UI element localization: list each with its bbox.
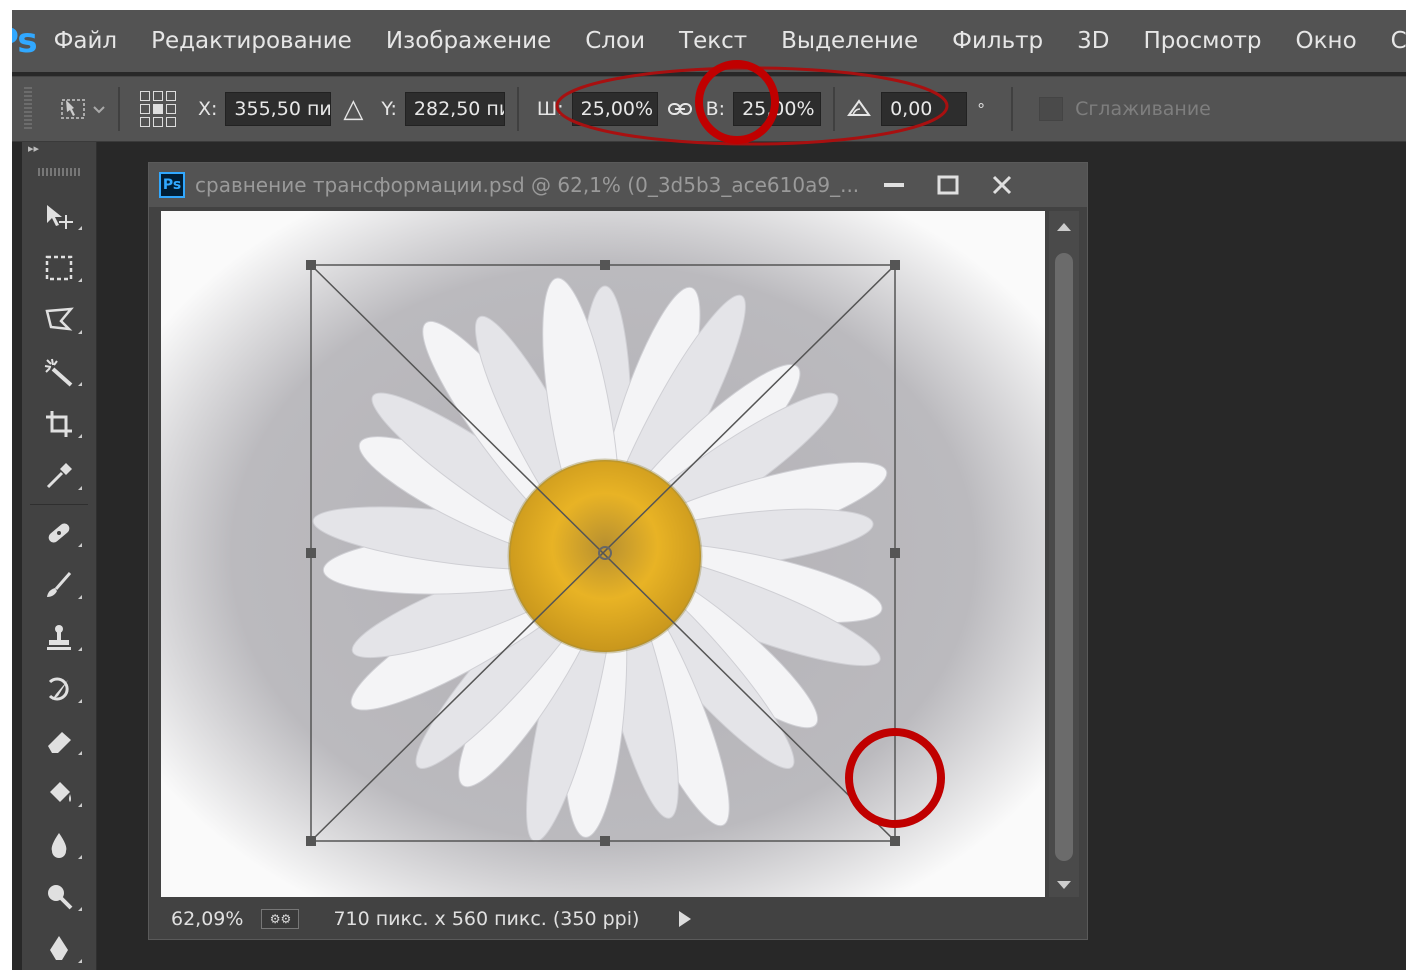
- brush-icon: [47, 572, 72, 597]
- tool-palette-grip[interactable]: [38, 168, 80, 176]
- chevron-down-icon: [93, 106, 105, 114]
- healing-brush-icon: [48, 523, 70, 543]
- proof-setup-icon: ⚙⚙: [261, 909, 300, 929]
- polygonal-lasso-icon: [45, 307, 74, 331]
- reference-point-locator[interactable]: [140, 91, 176, 127]
- blur-tool[interactable]: [22, 819, 96, 871]
- paint-bucket-tool[interactable]: [22, 767, 96, 819]
- relative-position-icon[interactable]: △: [343, 94, 363, 124]
- document-tab[interactable]: Ps сравнение трансформации.psd @ 62,1% (…: [149, 163, 1087, 207]
- move-tool[interactable]: [22, 190, 96, 242]
- divider: [1011, 87, 1014, 131]
- magic-wand-tool[interactable]: [22, 346, 96, 398]
- vertical-scrollbar[interactable]: [1049, 211, 1079, 897]
- document-title: сравнение трансформации.psd @ 62,1% (0_3…: [195, 173, 860, 197]
- dodge-tool[interactable]: [22, 871, 96, 923]
- scroll-down-icon[interactable]: [1057, 881, 1071, 889]
- move-tool-icon: [47, 205, 73, 229]
- menu-bar: Ps Файл Редактирование Изображение Слои …: [12, 10, 1406, 72]
- tool-palette: ▸▸: [22, 142, 97, 970]
- eraser-icon: [48, 732, 71, 753]
- scroll-thumb[interactable]: [1055, 253, 1073, 861]
- menu-window[interactable]: Окно: [1279, 28, 1374, 54]
- menu-edit[interactable]: Редактирование: [134, 28, 369, 54]
- dodge-icon: [48, 885, 73, 910]
- y-position-input[interactable]: 282,50 пи: [404, 92, 505, 126]
- marquee-icon: [45, 255, 73, 281]
- zoom-level[interactable]: 62,09%: [171, 908, 243, 930]
- daisy-image: [161, 211, 1045, 897]
- document-info: 710 пикс. x 560 пикс. (350 ppi): [333, 908, 640, 930]
- photoshop-window: Ps Файл Редактирование Изображение Слои …: [12, 10, 1406, 970]
- status-menu-arrow-icon[interactable]: [679, 911, 692, 927]
- clone-stamp-icon: [47, 625, 71, 650]
- rotation-angle-input[interactable]: 0,00: [881, 92, 968, 126]
- rotate-angle-icon: [847, 97, 873, 121]
- eyedropper-icon: [46, 463, 72, 489]
- app-logo: Ps: [12, 21, 38, 61]
- history-brush-tool[interactable]: [22, 663, 96, 715]
- menu-view[interactable]: Просмотр: [1127, 28, 1279, 54]
- document-window: Ps сравнение трансформации.psd @ 62,1% (…: [148, 162, 1088, 940]
- marquee-tool[interactable]: [22, 242, 96, 294]
- maximize-button[interactable]: [923, 167, 973, 203]
- collapse-panel-button[interactable]: ▸▸: [22, 142, 96, 158]
- eyedropper-tool[interactable]: [22, 450, 96, 502]
- link-icon[interactable]: [667, 97, 692, 121]
- menu-filter[interactable]: Фильтр: [935, 28, 1060, 54]
- menu-3d[interactable]: 3D: [1060, 28, 1126, 54]
- x-position-input[interactable]: 355,50 пи: [225, 92, 332, 126]
- y-label: Y:: [381, 98, 397, 120]
- minimize-button[interactable]: [869, 167, 919, 203]
- menu-help[interactable]: Спр: [1374, 28, 1406, 54]
- divider: [118, 87, 120, 131]
- menu-file[interactable]: Файл: [37, 28, 135, 54]
- options-bar: X: 355,50 пи △ Y: 282,50 пи Ш: 25,00% В:…: [12, 76, 1406, 142]
- magic-wand-icon: [44, 358, 73, 387]
- clone-stamp-tool[interactable]: [22, 611, 96, 663]
- blur-drop-icon: [51, 833, 67, 858]
- paint-bucket-icon: [50, 782, 71, 802]
- crop-icon: [46, 411, 72, 437]
- minimize-icon: [884, 183, 904, 187]
- degree-symbol: °: [977, 99, 986, 119]
- divider: [30, 504, 88, 505]
- brush-tool[interactable]: [22, 559, 96, 611]
- height-scale-input[interactable]: 25,00%: [733, 92, 822, 126]
- divider: [833, 87, 836, 131]
- pen-icon: [50, 936, 68, 960]
- menu-image[interactable]: Изображение: [369, 28, 568, 54]
- divider: [516, 87, 519, 131]
- lasso-tool[interactable]: [22, 294, 96, 346]
- width-scale-input[interactable]: 25,00%: [571, 92, 658, 126]
- transform-tool-icon: [61, 99, 85, 119]
- x-label: X:: [198, 98, 218, 120]
- height-label: В:: [705, 98, 726, 120]
- width-label: Ш:: [536, 98, 564, 120]
- document-ps-icon: Ps: [159, 172, 185, 198]
- menu-select[interactable]: Выделение: [764, 28, 935, 54]
- status-bar: 62,09% ⚙⚙ 710 пикс. x 560 пикс. (350 ppi…: [149, 899, 1087, 939]
- menu-layers[interactable]: Слои: [568, 28, 662, 54]
- healing-brush-tool[interactable]: [22, 507, 96, 559]
- maximize-icon: [937, 175, 959, 195]
- close-icon: [992, 175, 1012, 195]
- eraser-tool[interactable]: [22, 715, 96, 767]
- close-button[interactable]: [977, 167, 1027, 203]
- canvas[interactable]: [161, 211, 1045, 897]
- scroll-up-icon[interactable]: [1057, 223, 1071, 231]
- options-bar-grip[interactable]: [24, 87, 32, 131]
- antialias-label: Сглаживание: [1075, 98, 1211, 120]
- tool-preset-picker[interactable]: [58, 94, 106, 124]
- pen-tool[interactable]: [22, 923, 96, 970]
- history-brush-icon: [48, 677, 69, 701]
- crop-tool[interactable]: [22, 398, 96, 450]
- antialias-checkbox[interactable]: [1039, 97, 1064, 121]
- menu-type[interactable]: Текст: [662, 28, 764, 54]
